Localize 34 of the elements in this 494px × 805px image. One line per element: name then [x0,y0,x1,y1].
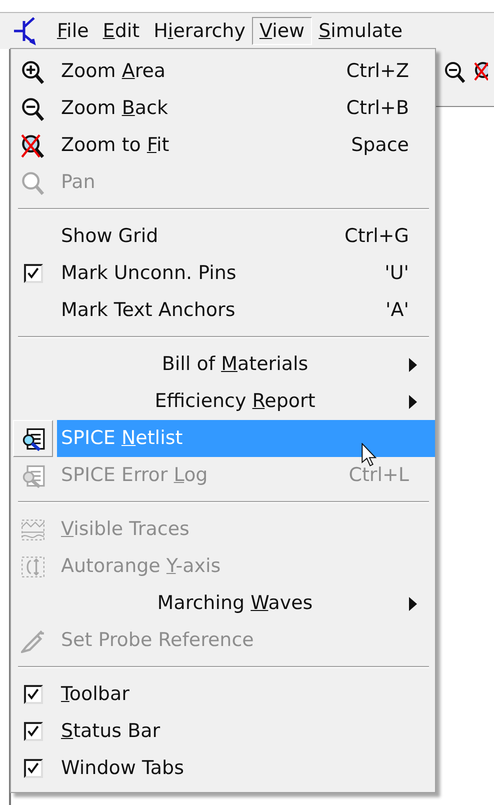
menu-item[interactable]: Zoom Back Ctrl+B [13,90,435,127]
menu-item[interactable]: Window Tabs [13,750,435,787]
menu-item[interactable]: Efficiency Report [13,383,435,420]
menu-item[interactable]: Zoom to Fit Space [13,127,435,164]
checkbox-checked-icon [24,264,42,283]
netlist-icon [21,464,45,488]
pan-icon [21,170,45,194]
menu-item[interactable]: Show Grid Ctrl+G [13,218,435,255]
checkbox-checked-icon [24,759,42,778]
autorange-icon [21,554,45,578]
submenu-arrow-icon [409,596,417,610]
netlist-icon [21,426,45,450]
menu-item[interactable]: Toolbar [13,676,435,713]
probe-icon [21,628,45,652]
menu-bar-item[interactable]: File [50,16,96,46]
menu-bar-item[interactable]: Edit [96,16,147,46]
menu-item[interactable]: Marching Waves [13,585,435,622]
traces-icon [21,518,45,542]
mouse-cursor-icon [361,443,378,467]
menu-item[interactable]: Bill of Materials [13,346,435,383]
checkbox-checked-icon [24,722,42,741]
menu-item[interactable]: Mark Text Anchors 'A' [13,292,435,329]
menu-item[interactable]: Zoom Area Ctrl+Z [13,53,435,90]
zoom-fit-icon [21,134,45,158]
submenu-arrow-icon [409,358,417,372]
menu-bar-item[interactable]: Hierarchy [146,16,252,46]
menu-item[interactable]: Status Bar [13,713,435,750]
zoom-in-icon [21,60,45,84]
checkbox-checked-icon [24,685,42,704]
menu-item[interactable]: Mark Unconn. Pins 'U' [13,255,435,292]
submenu-arrow-icon [409,394,417,408]
menu-bar-item[interactable]: View [252,16,312,46]
menu-bar-item[interactable]: Simulate [312,16,410,46]
zoom-out-icon [21,96,45,120]
